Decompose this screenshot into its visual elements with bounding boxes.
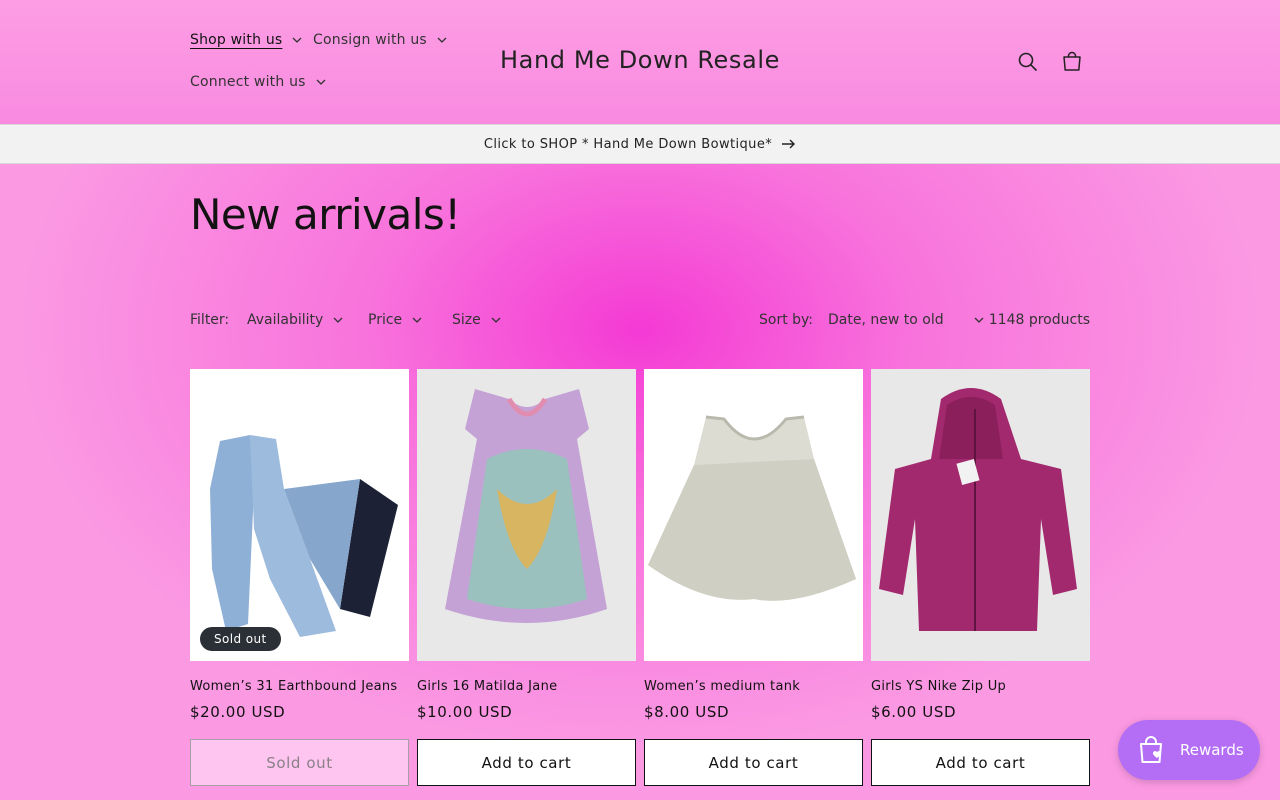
product-price: $6.00 USD [871, 703, 957, 721]
chevron-down-icon [491, 317, 501, 323]
sort-select[interactable]: Date, new to old [828, 312, 984, 328]
filter-price-label: Price [368, 312, 403, 328]
cart-icon [1063, 51, 1081, 71]
dress-image [445, 389, 607, 623]
arrow-right-icon [782, 139, 796, 149]
chevron-down-icon [974, 317, 984, 323]
sort-label: Sort by: [759, 312, 814, 328]
tank-image [648, 415, 856, 601]
chevron-down-icon [333, 317, 343, 323]
filter-bar: Filter: Availability Price Size Sort by:… [190, 312, 1090, 334]
chevron-down-icon [437, 37, 447, 43]
add-to-cart-button[interactable]: Add to cart [644, 739, 863, 786]
product-count: 1148 products [988, 312, 1090, 328]
filter-price[interactable]: Price [368, 312, 422, 328]
filter-size[interactable]: Size [452, 312, 501, 328]
product-price: $20.00 USD [190, 703, 286, 721]
product-card: Girls YS Nike Zip Up $6.00 USD Add to ca… [871, 369, 1090, 786]
product-card: Girls 16 Matilda Jane $10.00 USD Add to … [417, 369, 636, 786]
product-price: $10.00 USD [417, 703, 513, 721]
rewards-label: Rewards [1180, 741, 1244, 759]
add-to-cart-button[interactable]: Add to cart [871, 739, 1090, 786]
product-title[interactable]: Women’s 31 Earthbound Jeans [190, 679, 409, 694]
sort-value: Date, new to old [828, 312, 944, 328]
product-card: Sold out Women’s 31 Earthbound Jeans $20… [190, 369, 409, 786]
jeans-image [210, 435, 398, 637]
product-card: Women’s medium tank $8.00 USD Add to car… [644, 369, 863, 786]
nav-connect-with-us[interactable]: Connect with us [190, 74, 326, 90]
announcement-text: Click to SHOP * Hand Me Down Bowtique* [483, 136, 773, 152]
site-header: Shop with us Consign with us Connect wit… [0, 0, 1280, 124]
filter-availability[interactable]: Availability [247, 312, 343, 328]
chevron-down-icon [412, 317, 422, 323]
product-image-tank[interactable] [644, 369, 863, 661]
sold-out-button[interactable]: Sold out [190, 739, 409, 786]
filter-size-label: Size [452, 312, 481, 328]
shopping-bag-heart-icon [1140, 736, 1162, 763]
product-title[interactable]: Girls YS Nike Zip Up [871, 679, 1090, 694]
rewards-launcher[interactable]: Rewards [1118, 720, 1260, 780]
search-button[interactable] [1008, 42, 1048, 82]
chevron-down-icon [316, 79, 326, 85]
search-icon [1018, 52, 1038, 72]
filter-availability-label: Availability [247, 312, 324, 328]
product-image-jeans[interactable]: Sold out [190, 369, 409, 661]
chevron-down-icon [292, 37, 302, 43]
product-title[interactable]: Girls 16 Matilda Jane [417, 679, 636, 694]
product-price: $8.00 USD [644, 703, 730, 721]
product-image-dress[interactable] [417, 369, 636, 661]
page-title: New arrivals! [190, 190, 461, 239]
sold-out-badge: Sold out [200, 627, 281, 651]
product-title[interactable]: Women’s medium tank [644, 679, 863, 694]
announcement-bar[interactable]: Click to SHOP * Hand Me Down Bowtique* [0, 124, 1280, 164]
cart-button[interactable] [1052, 42, 1092, 82]
zip-up-image [879, 388, 1077, 631]
add-to-cart-button[interactable]: Add to cart [417, 739, 636, 786]
filter-label: Filter: [190, 312, 230, 328]
nav-connect-label: Connect with us [190, 74, 306, 90]
product-image-zip-up[interactable] [871, 369, 1090, 661]
